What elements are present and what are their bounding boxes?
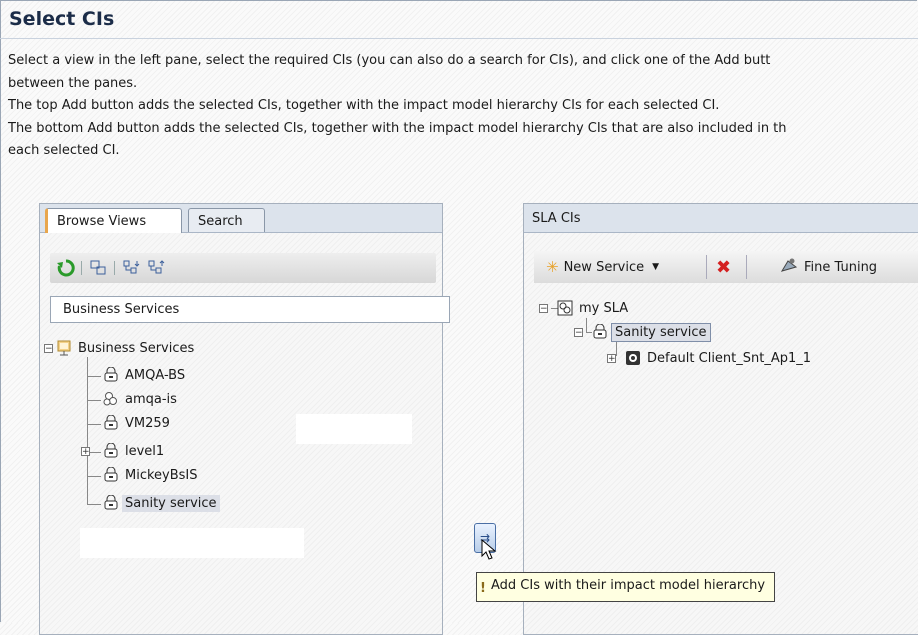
new-icon: ✳	[546, 258, 559, 276]
tree-line	[87, 357, 88, 505]
show-hierarchy-icon[interactable]	[88, 258, 108, 278]
business-service-icon	[103, 466, 119, 483]
browse-panel: Browse Views Search Business Services − …	[39, 203, 450, 635]
tree-node-root[interactable]: − Business Services	[44, 337, 197, 359]
tab-browse-views[interactable]: Browse Views	[45, 208, 182, 233]
browse-panel-header: Browse Views Search	[40, 204, 442, 233]
new-service-button[interactable]: ✳ New Service ▼	[546, 251, 659, 283]
blank-area	[296, 414, 412, 444]
fine-tuning-label: Fine Tuning	[804, 259, 878, 275]
sla-tree-node-sanity-service[interactable]: − Sanity service	[574, 321, 711, 343]
intro-line: The top Add button adds the selected CIs…	[8, 98, 720, 113]
tree-node-label: amqa-is	[125, 391, 177, 407]
sla-cis-title: SLA CIs	[532, 211, 581, 226]
tree-line	[87, 504, 101, 505]
new-service-label: New Service	[563, 259, 645, 275]
business-service-icon	[103, 366, 119, 383]
tree-line	[87, 400, 101, 401]
expand-node-icon[interactable]: +	[607, 353, 616, 363]
business-services-view-icon	[56, 340, 72, 356]
collapse-node-icon[interactable]: −	[574, 327, 583, 337]
chevron-down-icon[interactable]: ▼	[652, 262, 659, 272]
view-selector[interactable]: Business Services	[50, 296, 450, 323]
tree-node-mickeybsis[interactable]: MickeyBsIS	[103, 464, 201, 486]
sla-cis-panel: SLA CIs ✳ New Service ▼ ✖ Fine Tuning − …	[523, 203, 918, 635]
fine-tuning-icon	[780, 257, 798, 277]
tooltip-pointer-icon: !	[480, 581, 486, 596]
intro-text: Select a view in the left pane, select t…	[8, 50, 918, 163]
tree-node-label: Sanity service	[611, 322, 711, 342]
collapse-node-icon[interactable]: −	[44, 343, 53, 353]
refresh-icon[interactable]	[56, 258, 76, 278]
tree-line	[87, 424, 101, 425]
mouse-cursor-icon	[481, 539, 497, 560]
business-service-icon	[103, 442, 119, 459]
tree-node-label: MickeyBsIS	[125, 467, 198, 483]
tree-node-amqa-bs[interactable]: AMQA-BS	[103, 364, 188, 386]
toolbar-separator	[706, 255, 707, 279]
browse-toolbar	[50, 253, 436, 283]
expand-node-icon[interactable]: +	[81, 446, 90, 456]
tree-node-level1[interactable]: + level1	[81, 440, 167, 462]
business-service-icon	[592, 323, 608, 340]
business-service-icon	[103, 494, 119, 511]
sla-toolbar: ✳ New Service ▼ ✖ Fine Tuning	[534, 251, 918, 283]
tooltip-text: Add CIs with their impact model hierarch…	[491, 578, 766, 593]
sla-cis-panel-header: SLA CIs	[524, 204, 918, 233]
collapse-node-icon[interactable]: −	[539, 303, 548, 313]
expand-tree-icon[interactable]	[121, 258, 141, 278]
tree-node-label: VM259	[125, 415, 170, 431]
monitor-icon	[625, 350, 641, 366]
intro-line: each selected CI.	[8, 143, 120, 158]
infrastructure-service-icon	[103, 391, 119, 407]
tree-node-label: AMQA-BS	[125, 367, 186, 383]
tree-node-label: Sanity service	[122, 494, 220, 512]
tree-node-label: my SLA	[579, 300, 629, 316]
tree-node-sanity-service[interactable]: Sanity service	[103, 492, 220, 514]
business-service-icon	[103, 414, 119, 431]
tree-node-label: Default Client_Snt_Ap1_1	[647, 350, 812, 366]
tree-node-vm259[interactable]: VM259	[103, 412, 173, 434]
toolbar-separator	[81, 261, 82, 275]
tab-search[interactable]: Search	[188, 208, 265, 232]
page-title: Select CIs	[9, 8, 115, 30]
tree-node-label: Business Services	[78, 340, 195, 356]
sla-tree-node-default-client[interactable]: + Default Client_Snt_Ap1_1	[607, 347, 814, 369]
title-divider	[0, 38, 918, 39]
toolbar-separator	[746, 255, 747, 279]
blank-area	[80, 528, 304, 558]
toolbar-separator	[114, 261, 115, 275]
tree-node-label: level1	[125, 443, 165, 459]
intro-line: Select a view in the left pane, select t…	[8, 53, 771, 68]
collapse-tree-icon[interactable]	[146, 258, 166, 278]
tree-node-amqa-is[interactable]: amqa-is	[103, 388, 180, 410]
delete-button[interactable]: ✖	[716, 251, 731, 283]
tree-line	[87, 476, 101, 477]
fine-tuning-button[interactable]: Fine Tuning	[780, 251, 877, 283]
intro-line: between the panes.	[8, 75, 138, 91]
sla-icon	[557, 300, 573, 316]
tree-line	[87, 376, 101, 377]
intro-line: The bottom Add button adds the selected …	[8, 120, 787, 136]
sla-tree-node-my-sla[interactable]: − my SLA	[539, 297, 631, 319]
add-button-tooltip: ! Add CIs with their impact model hierar…	[476, 572, 776, 602]
delete-icon: ✖	[716, 256, 732, 278]
